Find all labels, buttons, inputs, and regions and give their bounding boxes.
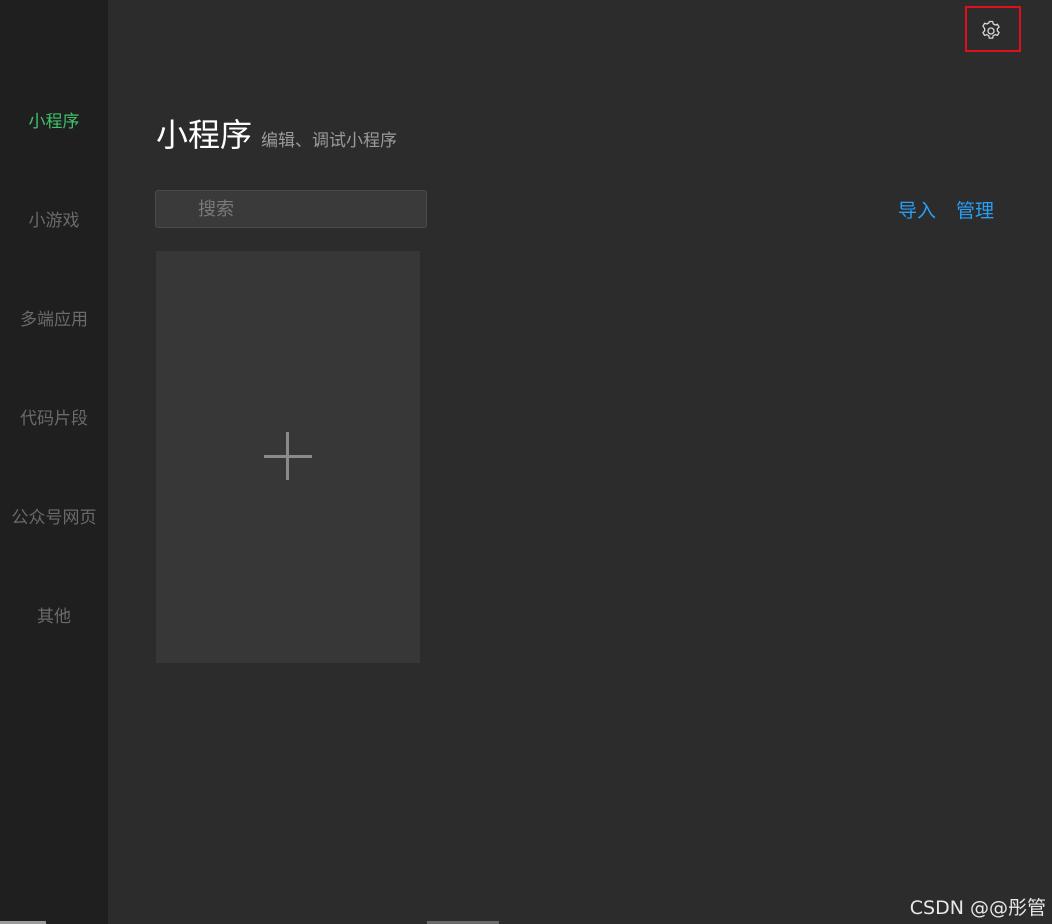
page-title: 小程序 bbox=[156, 116, 253, 154]
plus-icon-vertical bbox=[286, 432, 289, 480]
page-subtitle: 编辑、调试小程序 bbox=[261, 131, 397, 151]
search-box[interactable] bbox=[155, 190, 427, 228]
manage-link[interactable]: 管理 bbox=[956, 196, 994, 223]
new-project-card[interactable] bbox=[156, 251, 420, 663]
settings-button[interactable] bbox=[979, 19, 1003, 43]
import-link[interactable]: 导入 bbox=[898, 196, 936, 223]
sidebar-item-other[interactable]: 其他 bbox=[0, 602, 108, 627]
sidebar-item-code-snippets[interactable]: 代码片段 bbox=[0, 404, 108, 429]
sidebar-item-minigame[interactable]: 小游戏 bbox=[0, 206, 108, 231]
sidebar-item-multiplatform[interactable]: 多端应用 bbox=[0, 305, 108, 330]
watermark: CSDN @@彤管 bbox=[909, 897, 1046, 919]
sidebar: 小程序 小游戏 多端应用 代码片段 公众号网页 其他 bbox=[0, 0, 108, 924]
sidebar-item-miniprogram[interactable]: 小程序 bbox=[0, 107, 108, 132]
sidebar-item-official-account-web[interactable]: 公众号网页 bbox=[0, 503, 108, 528]
search-input[interactable] bbox=[156, 191, 426, 227]
app-window: 小程序 小游戏 多端应用 代码片段 公众号网页 其他 小程序 编辑、调试小程序 … bbox=[0, 0, 1052, 924]
gear-icon bbox=[982, 20, 1000, 39]
